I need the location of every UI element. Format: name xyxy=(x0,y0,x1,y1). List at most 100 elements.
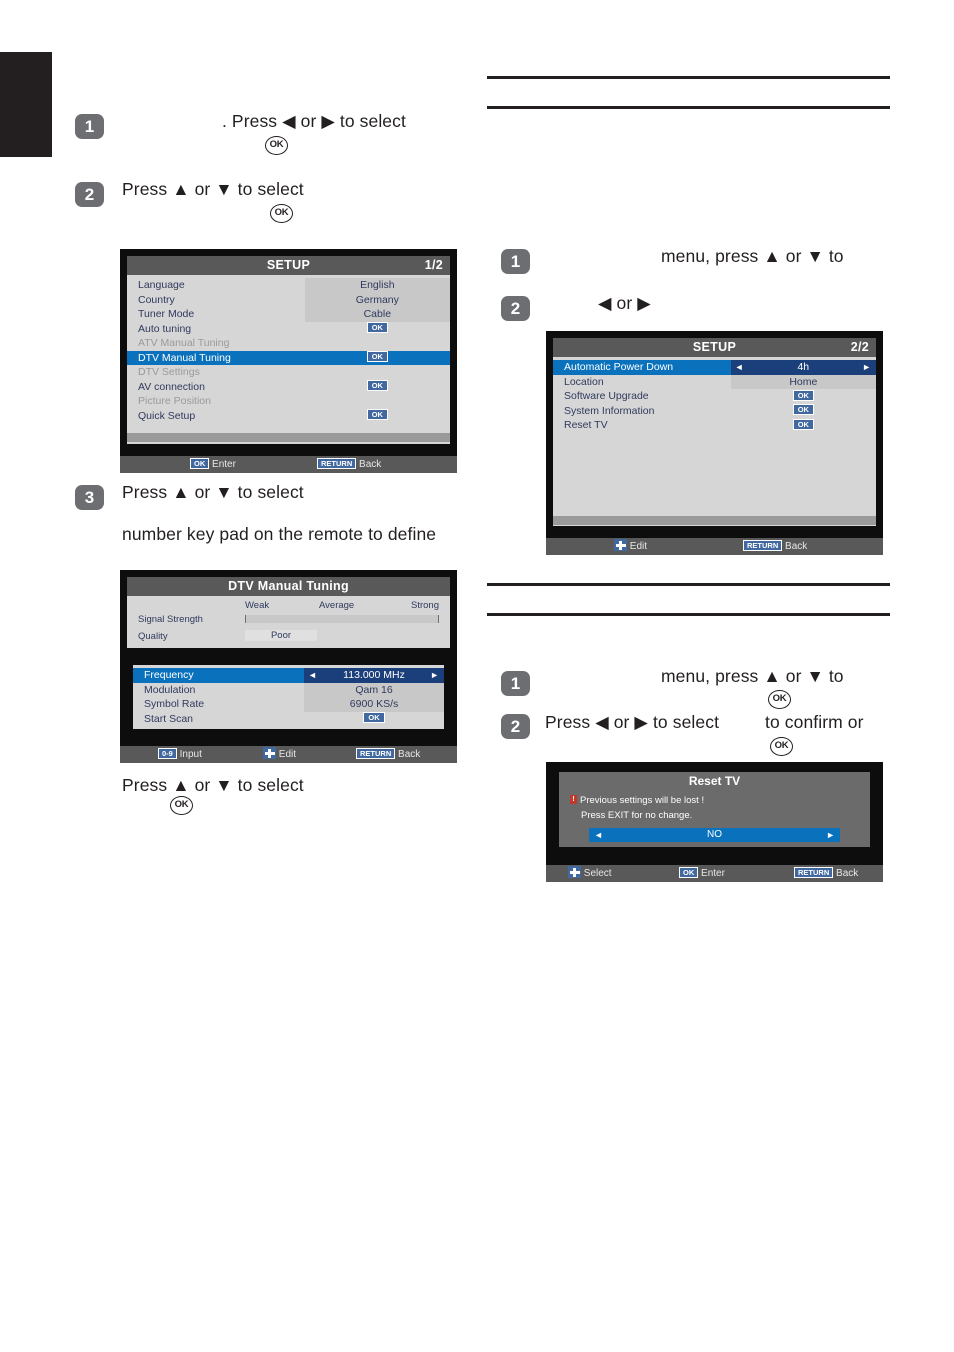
row-value: OK xyxy=(305,380,450,395)
menu-row-reset-tv[interactable]: Reset TV OK xyxy=(553,418,876,433)
menu-row-country[interactable]: Country Germany xyxy=(127,292,450,307)
dpad-icon xyxy=(263,747,276,760)
ok-key-tag[interactable]: OK xyxy=(792,404,814,416)
manual-page: 1 . Press ◀ or ▶ to select OK 2 Press ▲ … xyxy=(0,0,954,1352)
chevron-right-icon[interactable]: ► xyxy=(430,668,439,683)
menu-row-auto-tuning[interactable]: Auto tuning OK xyxy=(127,322,450,337)
scale-average: Average xyxy=(319,600,355,611)
step-badge-1-left: 1 xyxy=(75,114,104,139)
row-label: Frequency xyxy=(144,669,194,681)
menu-row-av-connection[interactable]: AV connection OK xyxy=(127,380,450,395)
menu-row-software-upgrade[interactable]: Software Upgrade OK xyxy=(553,389,876,404)
row-label: Reset TV xyxy=(564,419,608,431)
step-2-right-b-text-before: Press ◀ or ▶ to select xyxy=(545,712,720,732)
chevron-left-icon[interactable]: ◄ xyxy=(735,360,744,375)
ok-key-tag[interactable]: OK xyxy=(366,351,388,363)
section-rule-1 xyxy=(487,76,890,79)
menu-row-tuner-mode[interactable]: Tuner Mode Cable xyxy=(127,307,450,322)
setup-menu-2-title: SETUP 2/2 xyxy=(553,338,876,357)
row-label: AV connection xyxy=(138,380,205,393)
menu-row-language[interactable]: Language English xyxy=(127,278,450,293)
ok-key-tag[interactable]: OK xyxy=(366,380,388,392)
return-key-tag: RETURN xyxy=(794,866,834,879)
bottom-item-back[interactable]: RETURN Back xyxy=(743,538,807,555)
menu-row-picture-position: Picture Position xyxy=(127,394,450,409)
row-label: DTV Settings xyxy=(138,366,200,378)
row-label: ATV Manual Tuning xyxy=(138,337,230,349)
bottom-item-label: Select xyxy=(583,868,612,879)
setup-menu-1-title-text: SETUP xyxy=(266,258,311,272)
dpad-icon xyxy=(614,539,627,552)
row-label: System Information xyxy=(564,404,655,417)
chevron-left-icon[interactable]: ◄ xyxy=(308,668,317,683)
menu-row-modulation[interactable]: Modulation Qam 16 xyxy=(133,682,444,697)
ok-key-tag[interactable]: OK xyxy=(792,418,814,430)
setup-menu-2-rows: Automatic Power Down 4h ◄ ► Location Hom… xyxy=(553,357,876,525)
row-label: Modulation xyxy=(144,683,196,696)
row-value: Germany xyxy=(304,292,450,307)
dtv-tuning-gap xyxy=(127,648,450,665)
menu-row-dtv-manual-tuning[interactable]: DTV Manual Tuning OK xyxy=(127,350,450,365)
menu-row-start-scan[interactable]: Start Scan OK xyxy=(133,712,444,727)
step-badge-3-left: 3 xyxy=(75,485,104,510)
setup-menu-1-rows: Language English Country Germany Tuner M… xyxy=(127,275,450,442)
setup-menu-1-bottom-bar: OK Enter RETURN Back xyxy=(120,456,457,473)
ok-key-tag: OK xyxy=(679,866,699,879)
ok-button-glyph: OK xyxy=(265,136,288,155)
row-value: 6900 KS/s xyxy=(304,697,444,712)
signal-strength-label: Signal Strength xyxy=(138,614,203,625)
step-badge-1-right-a: 1 xyxy=(501,249,530,274)
step-3-left-text: Press ▲ or ▼ to select xyxy=(122,482,304,502)
step-2-left-text: Press ▲ or ▼ to select xyxy=(122,179,304,199)
ok-key-tag[interactable]: OK xyxy=(363,712,385,724)
section-rule-3 xyxy=(487,583,890,586)
bottom-item-input[interactable]: 0-9 Input xyxy=(158,746,202,763)
reset-tv-bottom-bar: Select OK Enter RETURN Back xyxy=(546,865,883,882)
ok-button-glyph: OK xyxy=(270,204,293,223)
row-value: 4h xyxy=(730,360,876,375)
bottom-item-enter[interactable]: OK Enter xyxy=(679,865,725,882)
menu-row-location[interactable]: Location Home xyxy=(553,374,876,389)
step-1-right-a-text: menu, press ▲ or ▼ to xyxy=(661,246,844,266)
bottom-item-back[interactable]: RETURN Back xyxy=(794,865,858,882)
dpad-icon xyxy=(568,866,581,879)
menu-row-quick-setup[interactable]: Quick Setup OK xyxy=(127,409,450,424)
bottom-item-back[interactable]: RETURN Back xyxy=(356,746,420,763)
ok-key-tag[interactable]: OK xyxy=(792,389,814,401)
step-badge-1-right-b: 1 xyxy=(501,671,530,696)
row-label: Picture Position xyxy=(138,395,211,407)
reset-tv-warning-text: Previous settings will be lost ! xyxy=(580,795,705,806)
menu-row-system-information[interactable]: System Information OK xyxy=(553,404,876,419)
step-2-right-a-text: ◀ or ▶ xyxy=(598,293,651,313)
ok-key-tag[interactable]: OK xyxy=(366,409,388,421)
row-value: English xyxy=(304,278,450,293)
menu-row-symbol-rate[interactable]: Symbol Rate 6900 KS/s xyxy=(133,697,444,712)
reset-tv-choice-value: NO xyxy=(707,829,722,840)
reset-tv-dialog-panel: Reset TV ! Previous settings will be lost… xyxy=(553,769,876,855)
row-label: Start Scan xyxy=(144,712,194,725)
menu-row-automatic-power-down[interactable]: Automatic Power Down 4h ◄ ► xyxy=(553,360,876,375)
row-value: Home xyxy=(730,374,876,389)
chevron-right-icon[interactable]: ► xyxy=(826,828,835,842)
warning-icon: ! xyxy=(570,794,577,804)
menu-filler xyxy=(127,423,450,433)
setup-menu-2-screenshot: SETUP 2/2 Automatic Power Down 4h ◄ ► Lo… xyxy=(546,331,883,555)
menu-row-frequency[interactable]: Frequency 113.000 MHz ◄ ► xyxy=(133,668,444,683)
chevron-left-icon[interactable]: ◄ xyxy=(594,828,603,842)
ok-button-glyph: OK xyxy=(768,690,791,709)
chevron-right-icon[interactable]: ► xyxy=(862,360,871,375)
row-label: Country xyxy=(138,293,175,306)
bottom-item-back[interactable]: RETURN Back xyxy=(317,456,381,473)
bottom-item-edit[interactable]: Edit xyxy=(614,538,647,555)
dtv-tuning-panel: DTV Manual Tuning Weak Average Strong Si… xyxy=(127,577,450,735)
bottom-item-label: Enter xyxy=(212,459,236,470)
left-trailing-text: Press ▲ or ▼ to select xyxy=(122,775,304,795)
bottom-item-enter[interactable]: OK Enter xyxy=(190,456,236,473)
bottom-item-select[interactable]: Select xyxy=(568,865,612,882)
bottom-item-label: Back xyxy=(785,541,808,552)
reset-tv-choice-selector[interactable]: ◄ NO ► xyxy=(589,828,840,842)
bottom-item-label: Edit xyxy=(629,541,648,552)
ok-key-tag[interactable]: OK xyxy=(366,322,388,334)
bottom-item-edit[interactable]: Edit xyxy=(263,746,296,763)
step-3-left-text-line2: number key pad on the remote to define xyxy=(122,524,437,544)
